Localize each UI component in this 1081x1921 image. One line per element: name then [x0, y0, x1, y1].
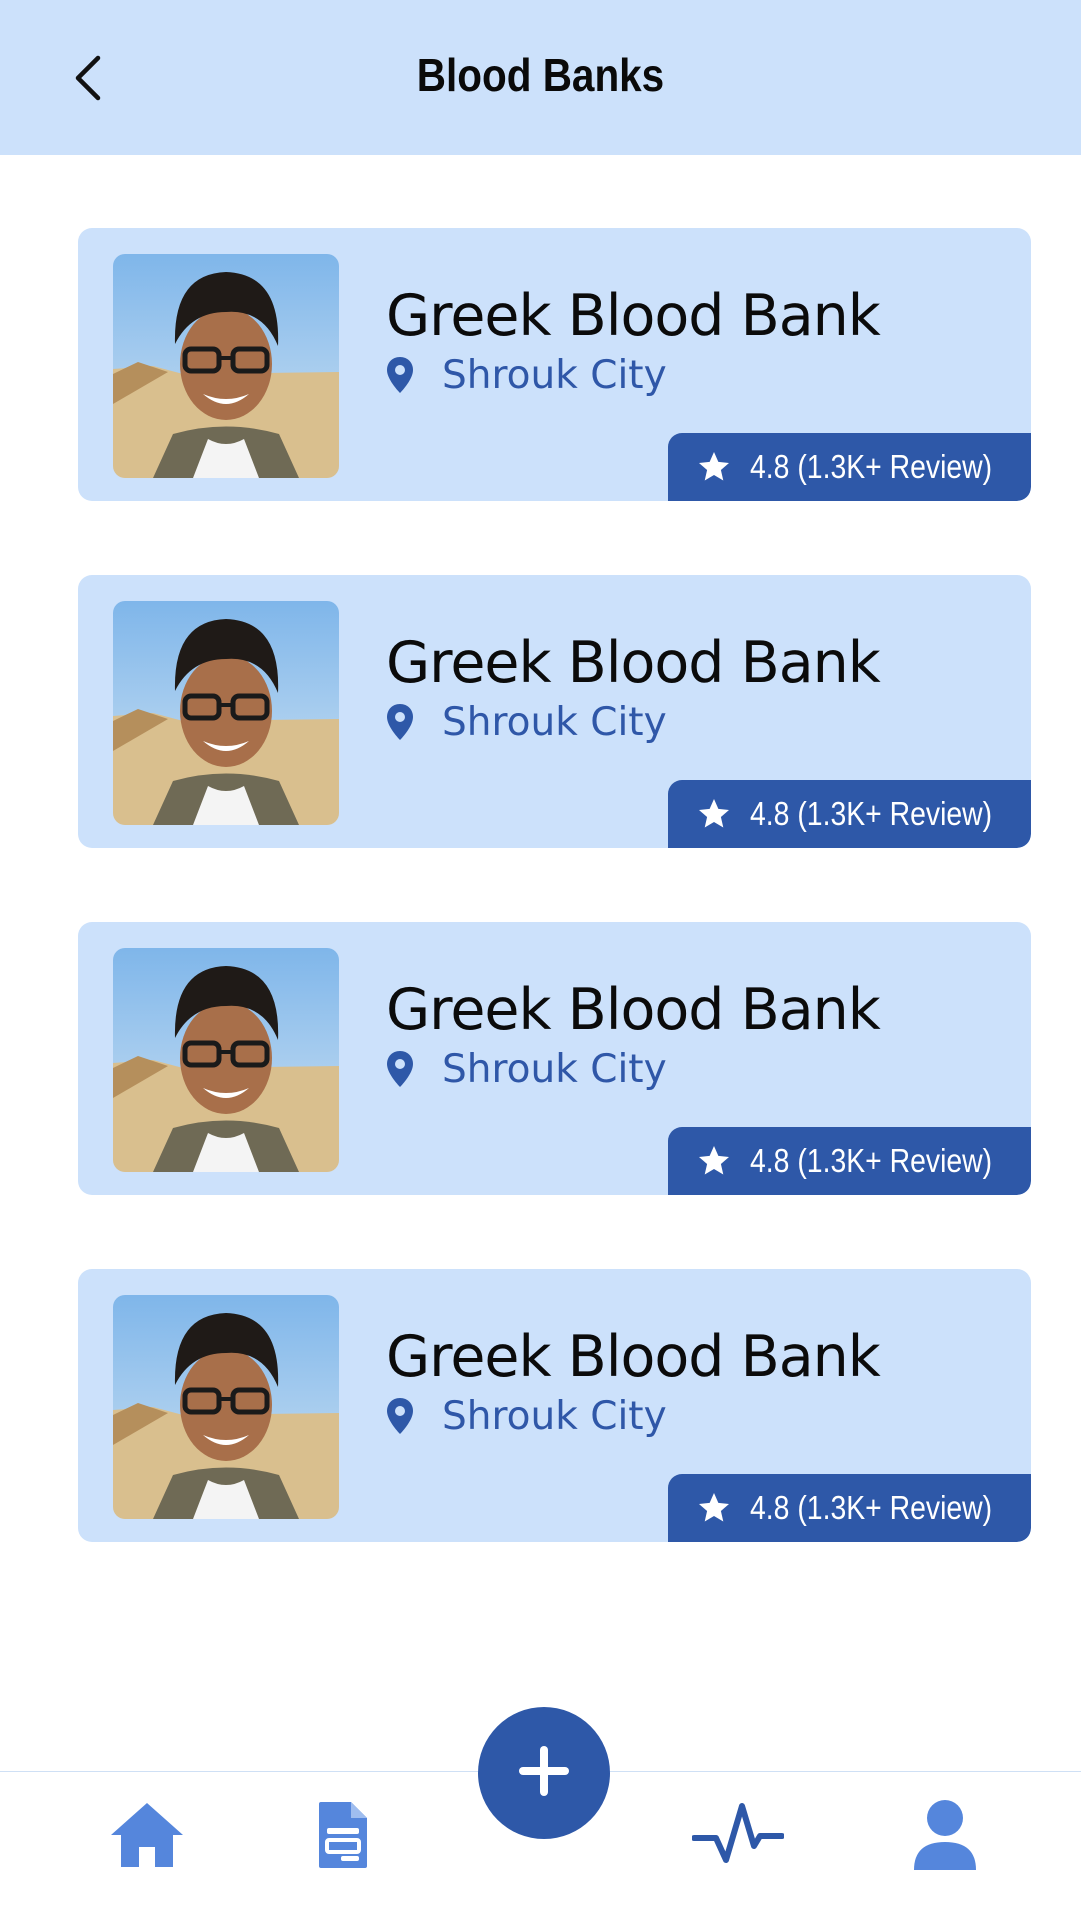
bank-photo	[113, 948, 339, 1172]
bank-location: Shrouk City	[386, 697, 667, 747]
page-title: Blood Banks	[416, 49, 665, 101]
bank-photo	[113, 1295, 339, 1519]
nav-home[interactable]	[102, 1792, 192, 1882]
blood-bank-card[interactable]: Greek Blood Bank Shrouk City 4.8 (1.3K+ …	[78, 228, 1031, 501]
rating-text: 4.8 (1.3K+ Review)	[750, 448, 993, 485]
location-pin-icon	[386, 355, 422, 395]
rating-badge[interactable]: 4.8 (1.3K+ Review)	[668, 1474, 1031, 1542]
activity-icon	[691, 1798, 785, 1877]
bank-photo	[113, 254, 339, 478]
location-pin-icon	[386, 1396, 422, 1436]
blood-bank-card[interactable]: Greek Blood Bank Shrouk City 4.8 (1.3K+ …	[78, 922, 1031, 1195]
star-icon	[696, 1143, 732, 1179]
rating-badge[interactable]: 4.8 (1.3K+ Review)	[668, 1127, 1031, 1195]
location-pin-icon	[386, 1049, 422, 1089]
add-button[interactable]	[478, 1707, 610, 1839]
location-text: Shrouk City	[442, 699, 667, 745]
blood-bank-card[interactable]: Greek Blood Bank Shrouk City 4.8 (1.3K+ …	[78, 1269, 1031, 1542]
rating-text: 4.8 (1.3K+ Review)	[750, 1142, 993, 1179]
rating-badge[interactable]: 4.8 (1.3K+ Review)	[668, 433, 1031, 501]
bank-name: Greek Blood Bank	[386, 630, 881, 696]
nav-profile[interactable]	[900, 1790, 990, 1884]
rating-text: 4.8 (1.3K+ Review)	[750, 1489, 993, 1526]
profile-icon	[912, 1798, 978, 1877]
nav-documents[interactable]	[298, 1792, 388, 1882]
location-text: Shrouk City	[442, 352, 667, 398]
bank-location: Shrouk City	[386, 1391, 667, 1441]
bank-name: Greek Blood Bank	[386, 977, 881, 1043]
blood-bank-card[interactable]: Greek Blood Bank Shrouk City 4.8 (1.3K+ …	[78, 575, 1031, 848]
bank-photo	[113, 601, 339, 825]
bank-name: Greek Blood Bank	[386, 283, 881, 349]
location-text: Shrouk City	[442, 1393, 667, 1439]
star-icon	[696, 796, 732, 832]
location-text: Shrouk City	[442, 1046, 667, 1092]
bank-location: Shrouk City	[386, 1044, 667, 1094]
document-icon	[317, 1800, 369, 1875]
add-icon	[516, 1743, 572, 1804]
star-icon	[696, 449, 732, 485]
nav-activity[interactable]	[688, 1792, 788, 1882]
rating-badge[interactable]: 4.8 (1.3K+ Review)	[668, 780, 1031, 848]
rating-text: 4.8 (1.3K+ Review)	[750, 795, 993, 832]
top-app-bar: Blood Banks	[0, 0, 1081, 155]
home-icon	[109, 1801, 185, 1874]
star-icon	[696, 1490, 732, 1526]
bank-name: Greek Blood Bank	[386, 1324, 881, 1390]
bank-location: Shrouk City	[386, 350, 667, 400]
location-pin-icon	[386, 702, 422, 742]
